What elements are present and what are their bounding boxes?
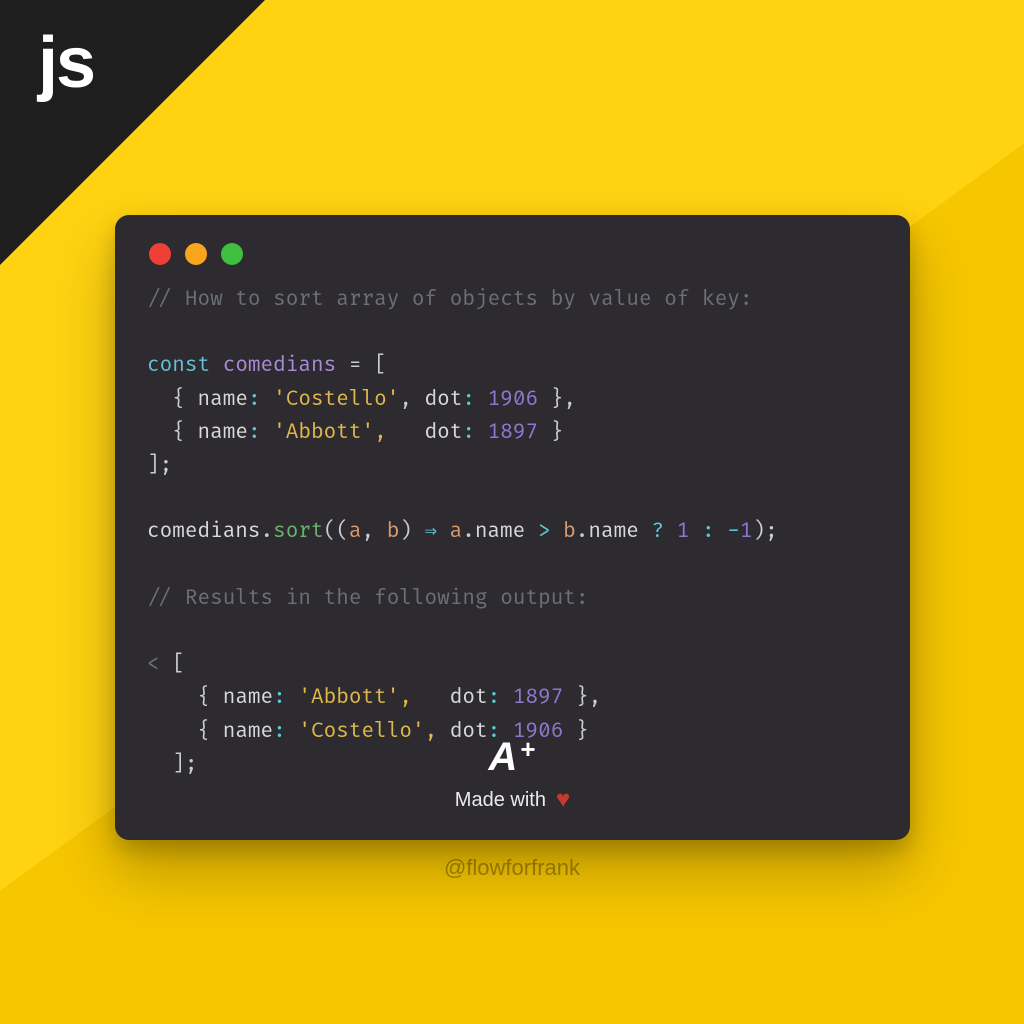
code-window: // How to sort array of objects by value… [115,215,910,840]
footer-badge: A+ Made with ♥ [115,734,910,814]
made-with-text: Made with [455,789,546,812]
grade-plus: + [520,734,536,764]
stage: js // How to sort array of objects by va… [0,0,1024,1024]
grade-badge: A+ [488,734,536,780]
grade-letter: A [488,735,518,779]
author-handle: @flowforfrank [0,855,1024,881]
heart-icon: ♥ [556,786,570,814]
code-punct: = [ [336,353,386,378]
js-label: js [38,22,94,104]
made-with-line: Made with ♥ [455,786,570,814]
window-traffic-lights [147,239,878,283]
code-comment: // How to sort array of objects by value… [147,287,753,312]
code-identifier: comedians [223,353,337,378]
code-keyword: const [147,353,210,378]
code-comment: // Results in the following output: [147,586,589,611]
output-caret-icon: < [147,652,172,677]
code-block: // How to sort array of objects by value… [147,283,878,781]
maximize-icon[interactable] [221,243,243,265]
close-icon[interactable] [149,243,171,265]
minimize-icon[interactable] [185,243,207,265]
